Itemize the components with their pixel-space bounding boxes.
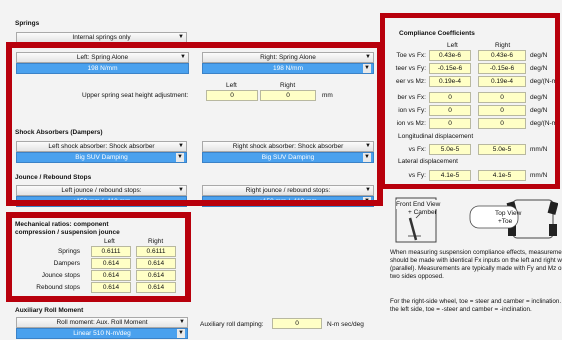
wheel-icon	[549, 224, 557, 236]
chevron-down-icon: ▼	[177, 329, 185, 338]
front-wheel-icon	[408, 217, 418, 241]
chevron-down-icon: ▼	[178, 34, 184, 40]
aux-type-label: Roll moment: Aux. Roll Moment	[56, 319, 148, 326]
aux-type-dropdown[interactable]: Roll moment: Aux. Roll Moment ▼	[16, 317, 188, 328]
aux-value-label: Linear 510 N-m/deg	[73, 330, 131, 337]
aux-damping-unit: N-m sec/deg	[327, 321, 364, 328]
note-paragraph-1: When measuring suspension compliance eff…	[390, 249, 562, 280]
mech-highlight-frame	[6, 212, 191, 302]
aux-title: Auxiliary Roll Moment	[15, 307, 84, 314]
springs-highlight-frame	[6, 42, 383, 206]
top-view-frame	[512, 199, 554, 239]
springs-mode-label: Internal springs only	[72, 34, 131, 41]
aux-value[interactable]: Linear 510 N-m/deg ▼	[16, 328, 188, 339]
top-view-sub: +Toe	[498, 218, 513, 225]
wheel-icon	[547, 201, 558, 215]
aux-damping-label: Auxiliary roll damping:	[200, 321, 264, 328]
springs-title: Springs	[15, 20, 40, 27]
note-paragraph-2: For the right-side wheel, toe = steer an…	[390, 298, 562, 313]
front-view-sub: + Camber	[408, 209, 437, 216]
aux-damping-input[interactable]: 0	[272, 318, 322, 329]
chevron-down-icon: ▼	[179, 319, 185, 325]
compliance-highlight-frame	[380, 13, 560, 189]
